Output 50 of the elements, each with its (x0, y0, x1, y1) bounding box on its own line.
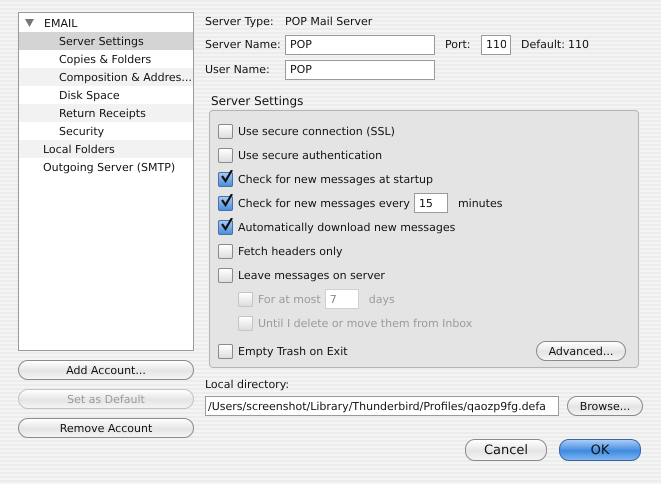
option-label: Check for new messages every (238, 196, 410, 210)
tree-item[interactable]: Local Folders (19, 140, 193, 158)
account-button[interactable]: Add Account... (18, 360, 194, 380)
tree-item[interactable]: Server Settings (19, 32, 193, 50)
dialog-button[interactable]: Cancel (465, 439, 547, 461)
checkbox[interactable] (218, 268, 233, 282)
option-label: Fetch headers only (238, 244, 343, 258)
server-name-field[interactable]: POP (285, 34, 435, 54)
option-label: Use secure connection (SSL) (238, 124, 395, 138)
option-label: For at most (258, 292, 321, 306)
field-label: User Name: (205, 63, 271, 76)
account-button[interactable]: Remove Account (18, 418, 194, 438)
option-label: Automatically download new messages (238, 220, 456, 234)
unit-label: minutes (458, 196, 502, 210)
option-label: Until I delete or move them from Inbox (258, 316, 472, 330)
checkbox[interactable] (218, 172, 233, 186)
checkbox[interactable] (218, 244, 233, 258)
tree-item[interactable]: Security (19, 122, 193, 140)
tree-item[interactable]: Copies & Folders (19, 50, 193, 68)
option-label: Leave messages on server (238, 268, 385, 282)
tree-item[interactable]: Disk Space (19, 86, 193, 104)
port-field[interactable]: 110 (481, 34, 511, 54)
default-port-value: 110 (568, 38, 589, 51)
tree-item[interactable]: Composition & Addres... (19, 68, 193, 86)
server-type-value: POP Mail Server (285, 14, 372, 28)
dialog-button[interactable]: OK (559, 439, 641, 461)
group-title: Server Settings (211, 94, 304, 108)
browse-button[interactable]: Browse... (567, 396, 643, 416)
option-label: Check for new messages at startup (238, 172, 433, 186)
tree-item[interactable]: EMAIL (19, 14, 193, 32)
disclosure-triangle-icon[interactable] (25, 19, 34, 27)
field-label: Server Type: (205, 14, 275, 28)
advanced-button[interactable]: Advanced... (536, 341, 626, 361)
user-name-field[interactable]: POP (285, 60, 435, 80)
field-label: Server Name: (205, 38, 282, 51)
checkbox[interactable] (218, 344, 233, 358)
field-label: Port: (445, 38, 472, 51)
field-label: Local directory: (205, 378, 290, 391)
checkbox[interactable] (218, 220, 233, 234)
directory-field[interactable]: /Users/screenshot/Library/Thunderbird/Profiles/qaozp9fg.defa (205, 396, 559, 416)
unit-label: days (368, 292, 395, 306)
tree-item[interactable]: Return Receipts (19, 104, 193, 122)
number-field[interactable]: 15 (414, 193, 448, 213)
option-label: Use secure authentication (238, 148, 382, 162)
tree-item[interactable]: Outgoing Server (SMTP) (19, 158, 193, 176)
checkbox[interactable] (218, 124, 233, 138)
option-label: Empty Trash on Exit (238, 344, 349, 358)
field-label: Default: (521, 38, 566, 51)
checkbox[interactable] (218, 148, 233, 162)
checkbox[interactable] (218, 196, 233, 210)
